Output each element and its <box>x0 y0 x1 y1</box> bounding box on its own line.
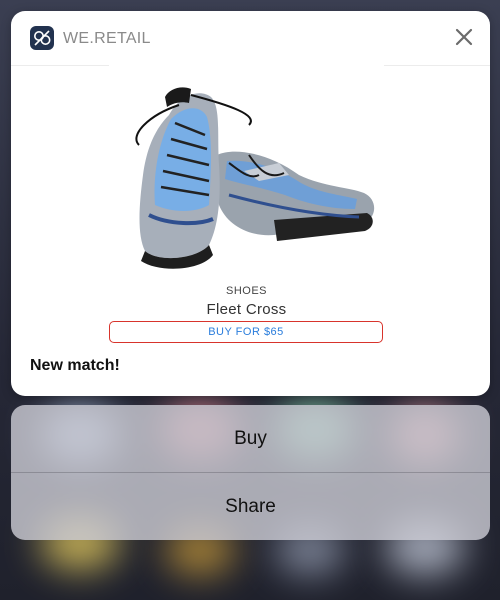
notification-card[interactable]: WE.RETAIL SHOES Fleet Cross BUY FOR $65 … <box>11 11 490 396</box>
product-preview[interactable]: SHOES Fleet Cross <box>109 65 384 345</box>
product-name: Fleet Cross <box>206 301 287 318</box>
running-shoes-image <box>135 87 375 269</box>
we-retail-logo-icon <box>30 26 54 50</box>
app-name: WE.RETAIL <box>63 30 151 47</box>
notification-header: WE.RETAIL <box>11 11 490 66</box>
notification-actions: Buy Share <box>11 405 490 540</box>
share-action-button[interactable]: Share <box>11 473 490 540</box>
notification-message: New match! <box>30 357 120 374</box>
buy-action-button[interactable]: Buy <box>11 405 490 472</box>
buy-price-button[interactable]: BUY FOR $65 <box>109 321 383 343</box>
close-icon[interactable] <box>452 25 476 49</box>
product-category: SHOES <box>225 285 267 297</box>
